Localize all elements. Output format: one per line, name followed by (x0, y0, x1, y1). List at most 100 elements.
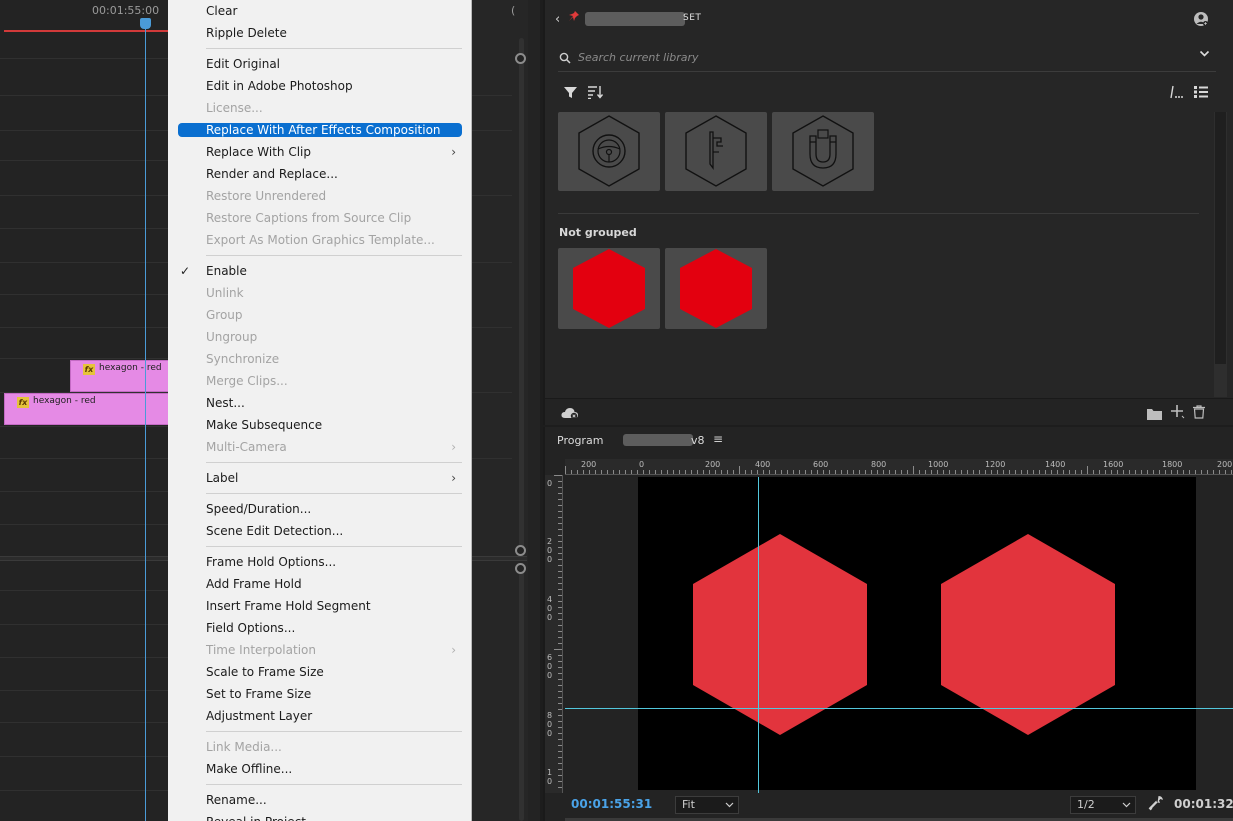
menu-item-clear[interactable]: Clear (178, 0, 462, 22)
chevron-down-icon[interactable] (1199, 48, 1210, 62)
menu-item-rename[interactable]: Rename... (178, 789, 462, 811)
cloud-sync-icon[interactable] (561, 405, 579, 424)
menu-item-nest[interactable]: Nest... (178, 392, 462, 414)
ruler-label: 1600 (1103, 460, 1124, 469)
view-mode-icon[interactable] (1170, 84, 1184, 103)
ruler-tick (1045, 470, 1046, 474)
track-divider (0, 95, 168, 96)
filter-icon[interactable] (564, 84, 577, 103)
ruler-tick (751, 470, 752, 474)
search-input[interactable] (578, 48, 1178, 66)
menu-item-edit-original[interactable]: Edit Original (178, 53, 462, 75)
ruler-tick (715, 470, 716, 474)
ruler-tick (913, 466, 914, 474)
ruler-tick (558, 535, 562, 536)
chevron-down-icon (1122, 797, 1131, 819)
ruler-tick (558, 547, 562, 548)
menu-item-enable[interactable]: ✓ Enable (178, 260, 462, 282)
menu-item-label[interactable]: Label › (178, 467, 462, 489)
menu-item-speed-duration[interactable]: Speed/Duration... (178, 498, 462, 520)
menu-item-render-and-replace[interactable]: Render and Replace... (178, 163, 462, 185)
menu-item-add-frame-hold[interactable]: Add Frame Hold (178, 573, 462, 595)
menu-item-adjustment-layer[interactable]: Adjustment Layer (178, 705, 462, 727)
back-icon[interactable]: ‹ (555, 12, 560, 27)
user-icon[interactable] (1193, 11, 1209, 27)
menu-item-reveal-in-project[interactable]: Reveal in Project (178, 811, 462, 821)
library-asset-tile[interactable] (665, 112, 767, 191)
trash-icon[interactable] (1193, 404, 1205, 423)
menu-item-ripple-delete[interactable]: Ripple Delete (178, 22, 462, 44)
timeline-ruler-mark: ( (511, 4, 516, 17)
playhead-timecode[interactable]: 00:01:55:31 (571, 797, 652, 811)
video-audio-divider[interactable] (472, 556, 527, 561)
ruler-tick (781, 470, 782, 474)
ruler-tick (613, 470, 614, 474)
library-scrollbar[interactable] (1214, 112, 1227, 397)
sort-icon[interactable] (588, 84, 604, 103)
menu-item-label: Reveal in Project (206, 815, 306, 821)
program-video-frame[interactable] (638, 477, 1196, 790)
playback-resolution-select[interactable]: 1/2 (1070, 796, 1136, 814)
menu-item-label: Replace With After Effects Composition (206, 123, 441, 137)
video-audio-divider[interactable] (0, 556, 168, 561)
menu-item-merge-clips: Merge Clips... (178, 370, 462, 392)
zoom-level-select[interactable]: Fit (675, 796, 739, 814)
library-asset-tile[interactable] (558, 248, 660, 329)
menu-item-replace-with-clip[interactable]: Replace With Clip › (178, 141, 462, 163)
menu-item-field-options[interactable]: Field Options... (178, 617, 462, 639)
panel-menu-icon[interactable]: ≡ (713, 432, 723, 446)
caliper-icon (685, 115, 747, 187)
folder-icon[interactable] (1147, 405, 1162, 424)
playhead-handle[interactable] (140, 18, 151, 29)
ruler-tick (673, 470, 674, 474)
ruler-tick (943, 470, 944, 474)
timeline-clip[interactable]: fx hexagon - red (70, 360, 170, 392)
library-asset-tile[interactable] (665, 248, 767, 329)
track-divider (0, 358, 168, 359)
ruler-tick (558, 733, 562, 734)
ruler-label: 800 (547, 711, 553, 738)
menu-item-label: License... (206, 101, 263, 115)
menu-item-edit-in-adobe-photoshop[interactable]: Edit in Adobe Photoshop (178, 75, 462, 97)
menu-item-scale-to-frame-size[interactable]: Scale to Frame Size (178, 661, 462, 683)
library-asset-tile[interactable] (558, 112, 660, 191)
ruler-label: 200 (581, 460, 597, 469)
scroll-zoom-handle[interactable] (515, 563, 526, 574)
ruler-tick (709, 470, 710, 474)
menu-item-insert-frame-hold-segment[interactable]: Insert Frame Hold Segment (178, 595, 462, 617)
menu-item-replace-with-after-effects-composition[interactable]: Replace With After Effects Composition (178, 123, 462, 137)
pin-icon[interactable] (569, 11, 579, 24)
menu-item-scene-edit-detection[interactable]: Scene Edit Detection... (178, 520, 462, 542)
library-asset-tile[interactable] (772, 112, 874, 191)
menu-item-label: Restore Unrendered (206, 189, 327, 203)
scrollbar-thumb[interactable] (1215, 112, 1226, 364)
hexagon-red-thumbnail (680, 249, 752, 328)
checkmark-icon: ✓ (180, 264, 191, 278)
menu-item-label: Field Options... (206, 621, 296, 635)
video-tracks-scrollbar[interactable] (519, 38, 524, 550)
horizontal-guide[interactable] (565, 708, 1233, 709)
add-icon[interactable] (1170, 404, 1185, 423)
ruler-tick (1153, 470, 1154, 474)
playhead-line[interactable] (145, 20, 146, 821)
ruler-label: 200 (705, 460, 721, 469)
fx-badge-icon: fx (83, 364, 95, 375)
menu-item-make-subsequence[interactable]: Make Subsequence (178, 414, 462, 436)
menu-item-frame-hold-options[interactable]: Frame Hold Options... (178, 551, 462, 573)
menu-item-label: Rename... (206, 793, 267, 807)
ruler-tick (558, 541, 562, 542)
vertical-guide[interactable] (758, 477, 759, 793)
menu-item-set-to-frame-size[interactable]: Set to Frame Size (178, 683, 462, 705)
audio-tracks-scrollbar[interactable] (519, 568, 524, 821)
ruler-tick (1069, 470, 1070, 474)
ruler-tick (643, 470, 644, 474)
scroll-zoom-handle[interactable] (515, 545, 526, 556)
wrench-icon[interactable] (1148, 795, 1164, 815)
list-view-icon[interactable] (1194, 84, 1208, 103)
magnet-icon (792, 115, 854, 187)
scroll-zoom-handle[interactable] (515, 53, 526, 64)
ruler-tick (558, 559, 562, 560)
menu-item-make-offline[interactable]: Make Offline... (178, 758, 462, 780)
menu-item-label: Add Frame Hold (206, 577, 302, 591)
ruler-tick (558, 613, 562, 614)
